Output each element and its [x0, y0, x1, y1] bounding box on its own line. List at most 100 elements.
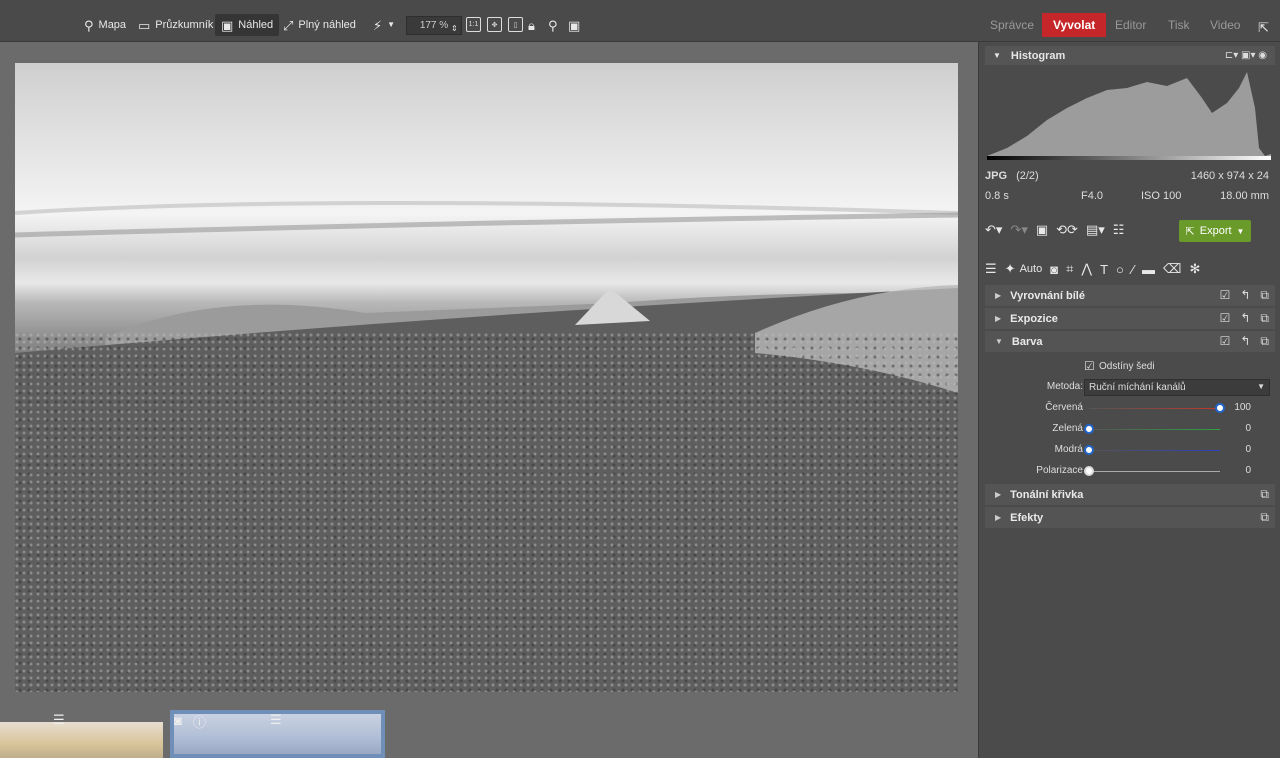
section-white-balance[interactable]: ▶ Vyrovnání bílé ☑ ↰ ⧉ [985, 285, 1275, 306]
sliders-icon[interactable]: ☰ [985, 261, 997, 277]
histogram-options-icon[interactable]: ⊏▾ ▣▾ ◉ [1225, 50, 1267, 61]
tab-editor[interactable]: Editor [1104, 13, 1157, 37]
checkbox-icon[interactable]: ☑ [1220, 311, 1231, 326]
perspective-icon[interactable]: ⋀ [1081, 261, 1092, 277]
adjustments-icon: ☰ [53, 712, 65, 727]
info-icon: ⓘ [193, 715, 207, 730]
one-to-one-button[interactable]: 1:1 [466, 17, 481, 32]
reset-icon[interactable]: ↰ [1240, 334, 1250, 349]
image-settings-button[interactable]: ▣ [568, 14, 580, 36]
histogram-chart [987, 72, 1271, 160]
crop-icon[interactable]: ⌗ [1066, 261, 1073, 277]
settings-icon[interactable]: ☷ [1113, 222, 1125, 238]
text-icon[interactable]: T [1100, 262, 1108, 277]
chevron-right-icon: ▶ [995, 490, 1002, 499]
method-row: Metoda: Ruční míchání kanálů ▼ [985, 377, 1275, 397]
fullview-button[interactable]: ⤢ Plný náhled [283, 14, 356, 36]
lightning-icon: ⚡ [373, 17, 383, 33]
checkbox-icon[interactable]: ☑ [1220, 288, 1231, 303]
image-viewer[interactable]: ☰ ◙ ⓘ ☰ [0, 42, 978, 758]
grayscale-row: ☑ Odstíny šedi [1084, 359, 1155, 373]
gradient-icon[interactable]: ▬ [1142, 262, 1155, 277]
image-gear-icon: ▣ [568, 17, 581, 33]
section-tone-curve[interactable]: ▶ Tonální křivka ⧉ [985, 484, 1275, 505]
stepper-icon: ⇕ [451, 23, 458, 33]
blue-track[interactable] [1089, 450, 1220, 451]
green-knob[interactable] [1084, 424, 1094, 434]
lock-button[interactable]: 🔒︎ [528, 14, 535, 36]
zoom-stepper[interactable]: ⇕ [451, 17, 458, 39]
brush-icon[interactable]: ⁄ [1132, 262, 1134, 277]
external-link-icon: ⇱ [1258, 19, 1269, 35]
chevron-down-icon: ▼ [995, 337, 1003, 346]
magnifier-icon: ⚲ [548, 17, 558, 33]
lock-icon: 🔒︎ [528, 17, 535, 33]
slider-green: Zelená 0 [1052, 423, 1251, 434]
chevron-down-icon: ▼ [1236, 226, 1245, 236]
map-button[interactable]: ⚲ Mapa [84, 14, 126, 36]
camera-icon: ◙ [174, 713, 182, 728]
section-effects[interactable]: ▶ Efekty ⧉ [985, 507, 1275, 528]
eraser-icon[interactable]: ⌫ [1163, 261, 1181, 277]
browser-button[interactable]: ▭ Průzkumník [138, 14, 213, 36]
fit-height-button[interactable]: ▯ [508, 17, 523, 32]
polarization-knob[interactable] [1084, 466, 1094, 476]
chevron-right-icon: ▶ [995, 291, 1002, 300]
grayscale-checkbox[interactable]: ☑ [1084, 359, 1095, 373]
camera-icon[interactable]: ◙ [1050, 262, 1058, 277]
histogram-header[interactable]: ▼ Histogram ⊏▾ ▣▾ ◉ [985, 46, 1275, 65]
tab-video[interactable]: Video [1199, 13, 1251, 37]
copy-icon[interactable]: ⧉ [1260, 311, 1269, 326]
chevron-right-icon: ▶ [995, 314, 1002, 323]
green-track[interactable] [1089, 429, 1220, 430]
rotate-icon[interactable]: ⟲⟳ [1056, 222, 1078, 238]
checkbox-icon[interactable]: ☑ [1220, 334, 1231, 349]
main-photo [15, 63, 958, 692]
magic-wand-icon[interactable]: ✦ [1005, 261, 1016, 277]
method-select[interactable]: Ruční míchání kanálů ▼ [1084, 379, 1270, 396]
redo-icon[interactable]: ↷▾ [1010, 222, 1027, 238]
slider-polarization: Polarizace 0 [1036, 465, 1251, 476]
copy-icon[interactable]: ⧉ [1260, 288, 1269, 303]
fit-button[interactable]: ✥ [487, 17, 502, 32]
fit-height-icon: ▯ [513, 21, 518, 29]
fit-icon: ✥ [491, 21, 498, 29]
image-icon[interactable]: ▣ [1036, 222, 1048, 238]
export-button[interactable]: ⇱ Export ▼ [1179, 220, 1251, 242]
copy-icon[interactable]: ⧉ [1260, 334, 1269, 349]
histogram-gradient [987, 156, 1271, 160]
top-toolbar: ⚲ Mapa ▭ Průzkumník ▣ Náhled ⤢ Plný náhl… [0, 0, 1280, 42]
copy-icon[interactable]: ⧉ [1260, 510, 1269, 525]
chevron-down-icon: ▼ [1257, 382, 1265, 391]
undo-icon[interactable]: ↶▾ [985, 222, 1002, 238]
blue-knob[interactable] [1084, 445, 1094, 455]
tab-develop[interactable]: Vyvolat [1042, 13, 1107, 37]
section-exposure[interactable]: ▶ Expozice ☑ ↰ ⧉ [985, 308, 1275, 329]
thumbnail-1[interactable] [0, 722, 163, 758]
frost-texture [15, 333, 958, 692]
copy-icon[interactable]: ⧉ [1260, 487, 1269, 502]
tools-row: ☰ ✦ Auto ◙ ⌗ ⋀ T ○ ⁄ ▬ ⌫ ✻ [985, 257, 1275, 281]
slider-red: Červená 100 [1045, 402, 1251, 413]
external-window-button[interactable]: ⇱ [1258, 16, 1269, 38]
gear-icon[interactable]: ✻ [1189, 261, 1200, 277]
chevron-right-icon: ▶ [995, 513, 1002, 522]
preview-button[interactable]: ▣ Náhled [215, 14, 280, 36]
share-icon: ⇱ [1185, 225, 1195, 238]
adjustments-icon: ☰ [270, 712, 282, 727]
flash-button[interactable]: ⚡ ▼ [373, 14, 395, 36]
save-icon[interactable]: ▤▾ [1086, 222, 1105, 238]
reset-icon[interactable]: ↰ [1240, 288, 1250, 303]
auto-button[interactable]: Auto [1020, 263, 1043, 275]
polarization-track[interactable] [1089, 471, 1220, 472]
zoom-tool-button[interactable]: ⚲ [548, 14, 558, 36]
reset-icon[interactable]: ↰ [1240, 311, 1250, 326]
chevron-down-icon: ▼ [387, 20, 396, 29]
tab-print[interactable]: Tisk [1157, 13, 1201, 37]
tab-manager[interactable]: Správce [979, 13, 1045, 37]
folder-icon: ▭ [138, 17, 151, 33]
circle-icon[interactable]: ○ [1116, 262, 1124, 277]
section-color[interactable]: ▼ Barva ☑ ↰ ⧉ [985, 331, 1275, 352]
exif-info: 0.8 s F4.0 ISO 100 18.00 mm [985, 190, 1269, 202]
red-track[interactable] [1089, 408, 1220, 409]
